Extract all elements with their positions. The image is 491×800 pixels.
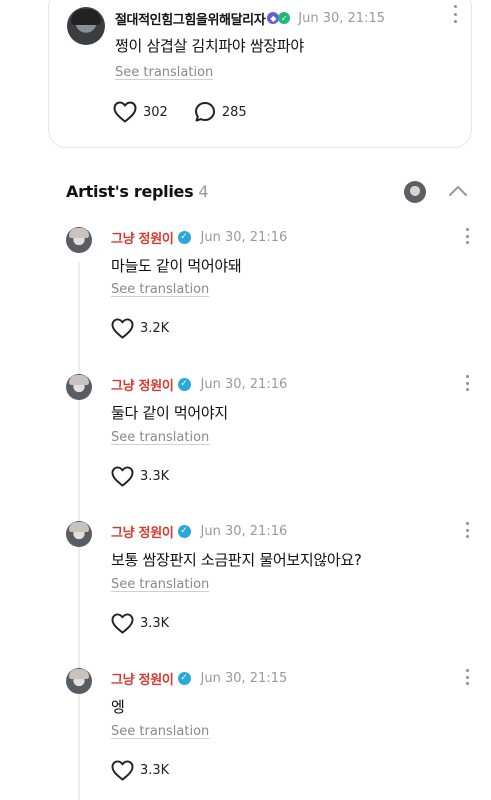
like-button[interactable]: 3.2K [111,318,169,339]
like-button[interactable]: 302 [113,101,168,123]
reply-header: 그냥 정원이 ✓ Jun 30, 21:16 [111,375,288,394]
like-count: 3.3K [140,763,170,778]
reply-text: 둘다 같이 먹어야지 [111,404,228,422]
artist-avatar [404,181,426,203]
verified-check-icon: ✓ [177,230,191,244]
more-vertical-icon[interactable] [465,522,469,538]
like-count: 3.3K [140,616,170,631]
more-vertical-icon[interactable] [465,375,469,391]
reply-avatar[interactable] [66,227,92,253]
verified-check-icon: ✓ [177,377,191,391]
like-button[interactable]: 3.3K [111,760,169,781]
reply-author-name[interactable]: 그냥 정원이 [111,522,174,541]
reply-date: Jun 30, 21:16 [200,523,288,539]
like-count: 3.3K [140,469,170,484]
comment-bubble-icon [194,102,215,122]
heart-icon [111,613,134,634]
see-translation-link[interactable]: See translation [111,724,209,739]
collapse-button[interactable] [448,183,468,199]
verified-check-icon: ✓ [278,12,291,24]
artist-replies-header: Artist's replies 4 [66,182,209,201]
artist-reply: 그냥 정원이 ✓ Jun 30, 21:16 둘다 같이 먹어야지 See tr… [0,372,491,512]
more-vertical-icon[interactable] [465,669,469,685]
reply-author-name[interactable]: 그냥 정원이 [111,375,174,394]
like-count: 3.2K [140,321,170,336]
reply-date: Jun 30, 21:15 [200,670,288,686]
heart-icon [111,466,134,487]
like-count: 302 [143,104,168,120]
see-translation-link[interactable]: See translation [111,577,209,592]
verified-check-icon: ✓ [177,671,191,685]
reply-header: 그냥 정원이 ✓ Jun 30, 21:15 [111,669,288,688]
reply-date: Jun 30, 21:16 [200,229,288,245]
heart-icon [111,760,134,781]
artist-reply: 그냥 정원이 ✓ Jun 30, 21:16 보통 쌈장판지 소금판지 물어보지… [0,519,491,659]
reply-header: 그냥 정원이 ✓ Jun 30, 21:16 [111,522,288,541]
post-author-avatar[interactable] [67,7,105,45]
chevron-up-icon [449,186,467,196]
comment-count: 285 [221,104,247,120]
post-actions: 302 285 [113,101,273,123]
heart-icon [111,318,134,339]
see-translation-link[interactable]: See translation [111,282,209,297]
post-card: 절대적인힘그힘을위해달리자 ◆ ✓ Jun 30, 21:15 쩡이 삼겹살 김… [48,0,472,148]
see-translation-link[interactable]: See translation [115,65,213,80]
more-vertical-icon[interactable] [465,228,469,244]
reply-text: 엥 [111,698,125,716]
post-date: Jun 30, 21:15 [298,10,385,26]
artist-reply: 그냥 정원이 ✓ Jun 30, 21:16 마늘도 같이 먹어야돼 See t… [0,225,491,365]
like-button[interactable]: 3.3K [111,613,169,634]
reply-date: Jun 30, 21:16 [200,376,288,392]
reply-avatar[interactable] [66,668,92,694]
artist-replies-count: 4 [198,182,209,201]
post-text: 쩡이 삼겹살 김치파야 쌈장파야 [115,37,304,55]
reply-author-name[interactable]: 그냥 정원이 [111,669,174,688]
artist-replies-title: Artist's replies [66,182,194,201]
more-vertical-icon[interactable] [453,5,457,23]
post-header: 절대적인힘그힘을위해달리자 ◆ ✓ Jun 30, 21:15 [115,9,385,28]
membership-badges: ◆ ✓ [267,12,291,24]
artist-reply: 그냥 정원이 ✓ Jun 30, 21:15 엥 See translation… [0,666,491,800]
like-button[interactable]: 3.3K [111,466,169,487]
reply-header: 그냥 정원이 ✓ Jun 30, 21:16 [111,228,288,247]
reply-author-name[interactable]: 그냥 정원이 [111,228,174,247]
post-author-name[interactable]: 절대적인힘그힘을위해달리자 [115,9,266,28]
reply-text: 마늘도 같이 먹어야돼 [111,257,242,275]
reply-avatar[interactable] [66,521,92,547]
reply-avatar[interactable] [66,374,92,400]
reply-text: 보통 쌈장판지 소금판지 물어보지않아요? [111,551,362,569]
see-translation-link[interactable]: See translation [111,430,209,445]
verified-check-icon: ✓ [177,524,191,538]
comment-button[interactable]: 285 [194,101,247,123]
heart-icon [113,101,137,123]
